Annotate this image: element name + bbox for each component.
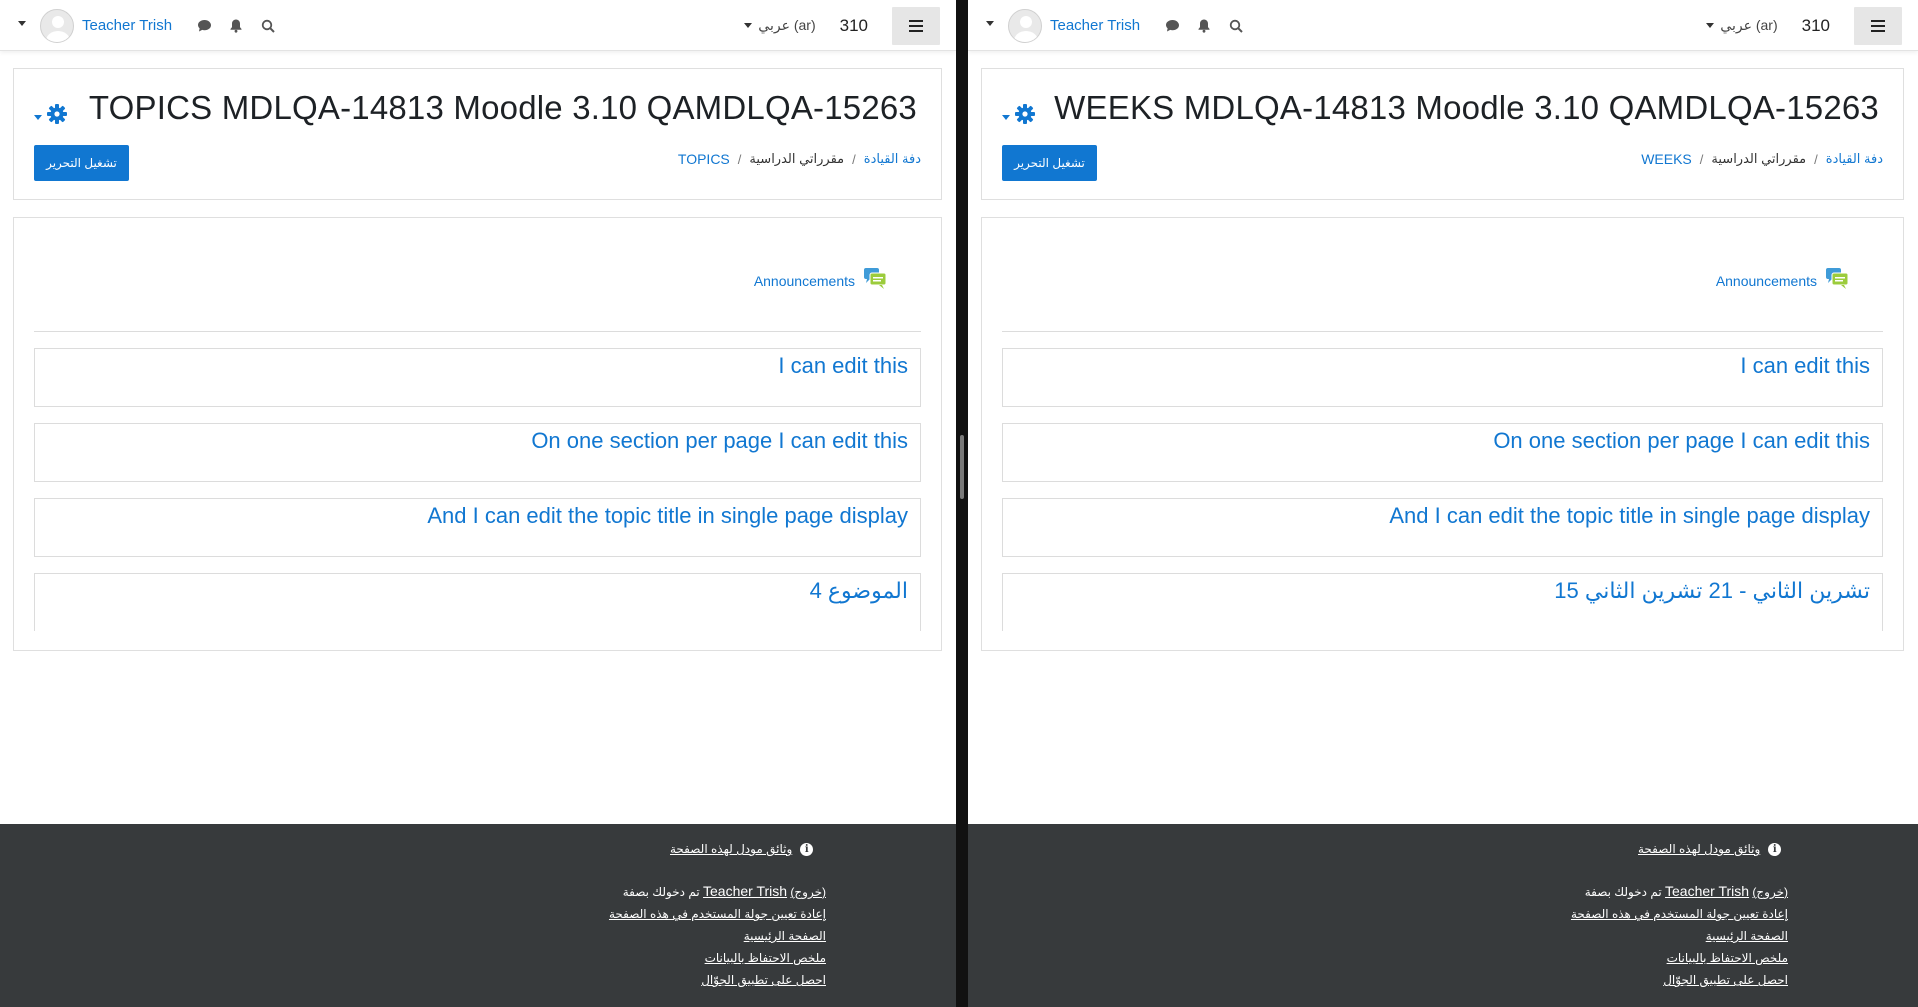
footer-user-link[interactable]: Teacher Trish [703,883,787,899]
section-title-link[interactable]: On one section per page I can edit this [531,428,908,454]
language-label: عربي ‎(ar)‎ [758,17,816,33]
search-icon[interactable] [1228,18,1244,34]
breadcrumb-my-courses: مقرراتي الدراسية [749,151,845,166]
top-navbar: Teacher Trish عربي ‎(ar)‎ 310 [968,0,1918,51]
left-window-pane: Teacher Trish عربي ‎(ar)‎ 310 [0,0,956,1007]
section-title-link[interactable]: And I can edit the topic title in single… [1389,503,1870,529]
breadcrumb: TOPICS / مقرراتي الدراسية / دفة القيادة [677,151,921,167]
course-section: I can edit this [34,348,921,407]
page-footer: i وثائق مودل لهذه الصفحة تم دخولك بصفة T… [0,824,956,1007]
mobile-app-link[interactable]: احصل على تطبيق الجوّال [1571,969,1788,991]
points-counter: 310 [1801,15,1830,35]
course-section: And I can edit the topic title in single… [1002,498,1883,557]
top-navbar: Teacher Trish عربي ‎(ar)‎ 310 [0,0,956,51]
section-title-link[interactable]: I can edit this [1740,353,1870,379]
section-title-link[interactable]: 15 تشرين الثاني - 21 تشرين الثاني [1554,578,1870,604]
forum-icon [863,266,887,295]
user-name-link[interactable]: Teacher Trish [1050,17,1140,34]
breadcrumb-current[interactable]: TOPICS [678,151,730,167]
announcements-link[interactable]: Announcements [1716,273,1817,289]
course-header: TOPICS MDLQA-14813 Moodle 3.10 QAMDLQA-1… [13,68,942,200]
moodle-docs-link[interactable]: i وثائق مودل لهذه الصفحة [1638,842,1782,856]
user-menu-caret-icon[interactable] [986,21,994,26]
course-content: Announcements I can edit this On one sec… [981,217,1904,651]
gear-icon [46,103,68,130]
hamburger-icon[interactable] [892,6,940,45]
chevron-down-icon [744,23,753,28]
logged-in-prefix: تم دخولك بصفة [1584,885,1662,899]
section-divider [1002,331,1883,332]
course-section: On one section per page I can edit this [34,423,921,482]
section-title-link[interactable]: On one section per page I can edit this [1493,428,1870,454]
turn-editing-on-button[interactable]: تشغيل التحرير [1002,145,1097,181]
reset-user-tour-link[interactable]: إعادة تعيين جولة المستخدم في هذه الصفحة [1571,903,1788,925]
split-resize-handle[interactable] [960,435,964,499]
logged-in-info: تم دخولك بصفة Teacher Trish (خروج) [1571,880,1788,903]
course-section: I can edit this [1002,348,1883,407]
turn-editing-on-button[interactable]: تشغيل التحرير [34,145,129,181]
logout-link[interactable]: (خروج) [790,885,826,899]
breadcrumb: WEEKS / مقرراتي الدراسية / دفة القيادة [1641,151,1883,167]
right-window-pane: Teacher Trish عربي ‎(ar)‎ 310 [968,0,1918,1007]
footer-links: تم دخولك بصفة Teacher Trish (خروج) إعادة… [609,880,826,991]
forum-icon [1825,266,1849,295]
section-title-link[interactable]: And I can edit the topic title in single… [427,503,908,529]
logged-in-prefix: تم دخولك بصفة [622,885,700,899]
section-title-link[interactable]: الموضوع 4 [810,578,908,604]
footer-links: تم دخولك بصفة Teacher Trish (خروج) إعادة… [1571,880,1788,991]
user-name-link[interactable]: Teacher Trish [82,17,172,34]
page-title: WEEKS MDLQA-14813 Moodle 3.10 QAMDLQA-15… [1054,89,1879,126]
info-icon: i [1768,842,1782,856]
course-section: الموضوع 4 [34,573,921,631]
announcements-activity[interactable]: Announcements [1716,266,1849,295]
chevron-down-icon [1002,115,1010,120]
breadcrumb-dashboard[interactable]: دفة القيادة [864,151,921,167]
course-settings-menu[interactable] [1002,103,1036,130]
gear-icon [1014,103,1036,130]
chat-bubble-icon[interactable] [196,18,212,34]
language-menu[interactable]: عربي ‎(ar)‎ [1706,17,1778,34]
chevron-down-icon [1706,23,1715,28]
language-menu[interactable]: عربي ‎(ar)‎ [744,17,816,34]
reset-user-tour-link[interactable]: إعادة تعيين جولة المستخدم في هذه الصفحة [609,903,826,925]
breadcrumb-my-courses: مقرراتي الدراسية [1711,151,1807,166]
page-title: TOPICS MDLQA-14813 Moodle 3.10 QAMDLQA-1… [88,89,917,126]
course-header: WEEKS MDLQA-14813 Moodle 3.10 QAMDLQA-15… [981,68,1904,200]
course-section: On one section per page I can edit this [1002,423,1883,482]
data-retention-link[interactable]: ملخص الاحتفاظ بالبيانات [609,947,826,969]
info-icon: i [800,842,814,856]
chat-bubble-icon[interactable] [1164,18,1180,34]
section-title-link[interactable]: I can edit this [778,353,908,379]
avatar[interactable] [40,8,74,43]
user-menu-caret-icon[interactable] [18,21,26,26]
moodle-docs-link[interactable]: i وثائق مودل لهذه الصفحة [670,842,814,856]
hamburger-icon[interactable] [1854,6,1902,45]
breadcrumb-current[interactable]: WEEKS [1641,151,1692,167]
search-icon[interactable] [260,18,276,34]
footer-user-link[interactable]: Teacher Trish [1665,883,1749,899]
home-link[interactable]: الصفحة الرئيسية [609,925,826,947]
split-view-divider[interactable] [956,0,968,1007]
page-footer: i وثائق مودل لهذه الصفحة تم دخولك بصفة T… [968,824,1918,1007]
breadcrumb-dashboard[interactable]: دفة القيادة [1826,151,1883,167]
course-settings-menu[interactable] [34,103,68,130]
course-section: And I can edit the topic title in single… [34,498,921,557]
mobile-app-link[interactable]: احصل على تطبيق الجوّال [609,969,826,991]
logged-in-info: تم دخولك بصفة Teacher Trish (خروج) [609,880,826,903]
announcements-activity[interactable]: Announcements [754,266,887,295]
course-section: 15 تشرين الثاني - 21 تشرين الثاني [1002,573,1883,631]
points-counter: 310 [839,15,868,35]
course-content: Announcements I can edit this On one sec… [13,217,942,651]
chevron-down-icon [34,115,42,120]
announcements-link[interactable]: Announcements [754,273,855,289]
logout-link[interactable]: (خروج) [1752,885,1788,899]
language-label: عربي ‎(ar)‎ [1720,17,1778,33]
section-divider [34,331,921,332]
bell-icon[interactable] [228,18,244,34]
home-link[interactable]: الصفحة الرئيسية [1571,925,1788,947]
bell-icon[interactable] [1196,18,1212,34]
data-retention-link[interactable]: ملخص الاحتفاظ بالبيانات [1571,947,1788,969]
avatar[interactable] [1008,8,1042,43]
